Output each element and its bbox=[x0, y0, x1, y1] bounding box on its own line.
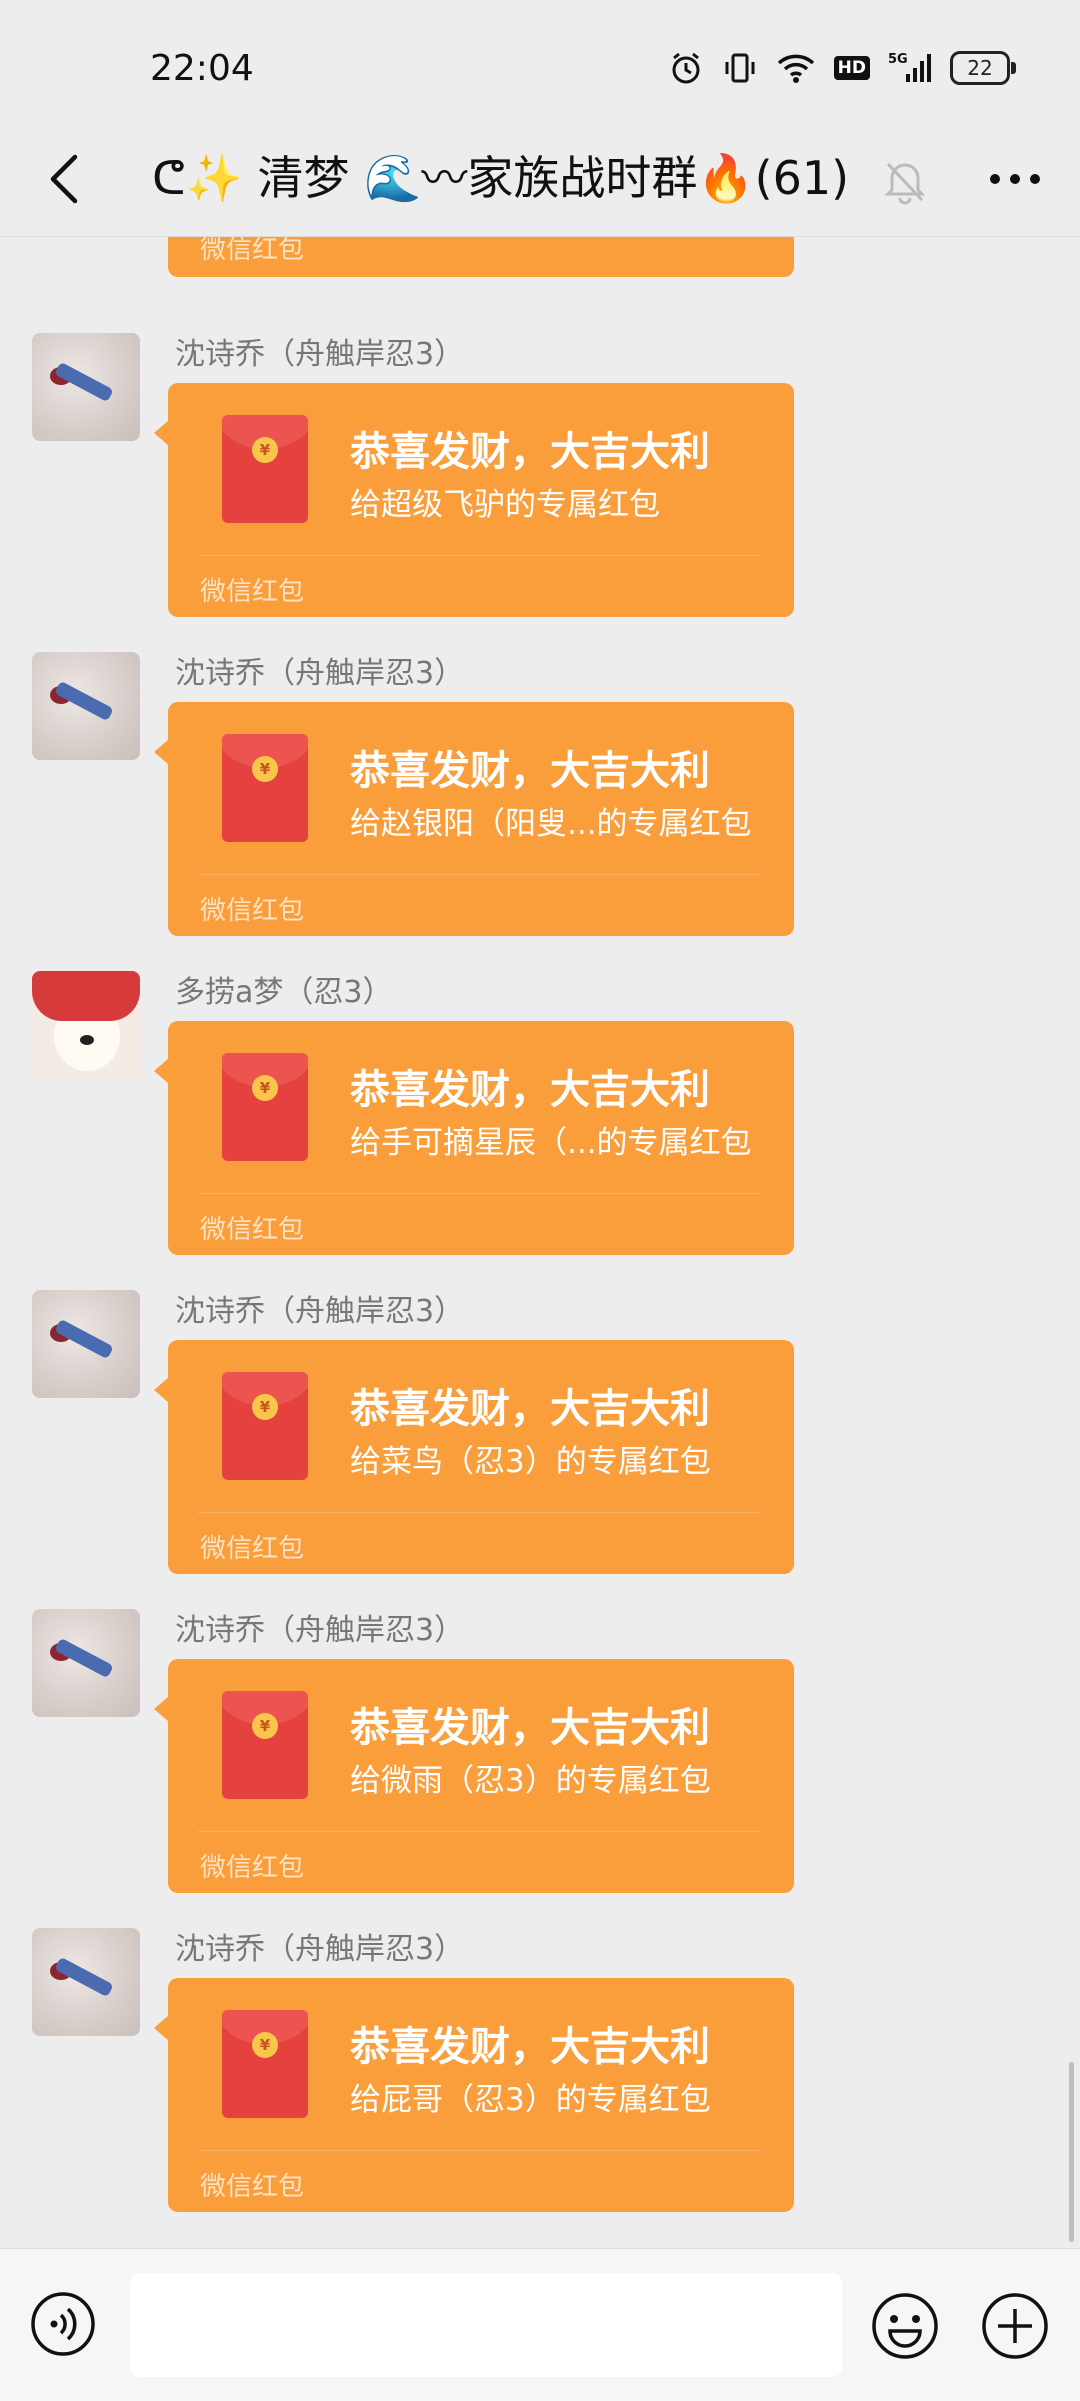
avatar[interactable] bbox=[32, 971, 140, 1079]
red-packet[interactable]: ¥ 恭喜发财，大吉大利 给菜鸟（忍3）的专属红包 微信红包 bbox=[154, 1340, 794, 1574]
emoji-button[interactable] bbox=[870, 2291, 940, 2361]
avatar[interactable] bbox=[32, 333, 140, 441]
chat-header: ᕦ✨ 清梦 🌊〰家族战时群🔥(61) bbox=[0, 130, 1080, 237]
plus-button[interactable] bbox=[980, 2291, 1050, 2361]
red-packet-desc: 给微雨（忍3）的专属红包 bbox=[350, 1763, 711, 1799]
red-packet-label: 微信红包 bbox=[200, 2172, 305, 2202]
red-packet-label: 微信红包 bbox=[200, 896, 305, 926]
status-time: 22:04 bbox=[150, 48, 254, 89]
red-packet-label: 微信红包 bbox=[200, 1534, 305, 1564]
red-packet-label: 微信红包 bbox=[200, 237, 305, 265]
red-packet-label: 微信红包 bbox=[200, 1853, 305, 1883]
red-envelope-icon: ¥ bbox=[222, 1691, 308, 1799]
chat-title: ᕦ✨ 清梦 🌊〰家族战时群🔥(61) bbox=[152, 151, 850, 205]
sender-name: 沈诗乔（舟触岸忍3） bbox=[175, 1294, 465, 1329]
red-envelope-icon: ¥ bbox=[222, 2010, 308, 2118]
red-packet-title: 恭喜发财，大吉大利 bbox=[350, 2024, 710, 2070]
status-bar: 22:04 HD 5G 22 bbox=[0, 0, 1080, 130]
red-packet-desc: 给手可摘星辰（...的专属红包 bbox=[350, 1125, 752, 1161]
plus-icon bbox=[982, 2293, 1048, 2359]
voice-icon bbox=[31, 2292, 95, 2356]
avatar[interactable] bbox=[32, 1609, 140, 1717]
chat-scrollbar[interactable] bbox=[1069, 2062, 1074, 2242]
svg-text:5G: 5G bbox=[888, 52, 908, 67]
alarm-icon bbox=[668, 50, 704, 86]
red-packet-title: 恭喜发财，大吉大利 bbox=[350, 1705, 710, 1751]
red-packet-desc: 给超级飞驴的专属红包 bbox=[350, 487, 660, 523]
message-item: 沈诗乔（舟触岸忍3） ¥ 恭喜发财，大吉大利 给超级飞驴的专属红包 微信红包 bbox=[0, 333, 1080, 653]
avatar[interactable] bbox=[32, 652, 140, 760]
message-item: 沈诗乔（舟触岸忍3） ¥ 恭喜发财，大吉大利 给菜鸟（忍3）的专属红包 微信红包 bbox=[0, 1290, 1080, 1610]
message-item: 沈诗乔（舟触岸忍3） ¥ 恭喜发财，大吉大利 给赵银阳（阳叟...的专属红包 微… bbox=[0, 652, 1080, 972]
red-packet[interactable]: ¥ 恭喜发财，大吉大利 给屁哥（忍3）的专属红包 微信红包 bbox=[154, 1978, 794, 2212]
red-packet-desc: 给屁哥（忍3）的专属红包 bbox=[350, 2082, 711, 2118]
red-packet[interactable]: ¥ 恭喜发财，大吉大利 给微雨（忍3）的专属红包 微信红包 bbox=[154, 1659, 794, 1893]
red-packet[interactable]: ¥ 恭喜发财，大吉大利 给超级飞驴的专属红包 微信红包 bbox=[154, 383, 794, 617]
red-packet-title: 恭喜发财，大吉大利 bbox=[350, 748, 710, 794]
yuan-icon: ¥ bbox=[252, 2032, 278, 2058]
divider bbox=[198, 555, 760, 556]
avatar[interactable] bbox=[32, 1928, 140, 2036]
red-packet-title: 恭喜发财，大吉大利 bbox=[350, 429, 710, 475]
yuan-icon: ¥ bbox=[252, 437, 278, 463]
red-packet-label: 微信红包 bbox=[200, 1215, 305, 1245]
wifi-icon bbox=[776, 50, 816, 86]
red-envelope-icon: ¥ bbox=[222, 1372, 308, 1480]
red-packet-desc: 给赵银阳（阳叟...的专属红包 bbox=[350, 806, 752, 842]
yuan-icon: ¥ bbox=[252, 756, 278, 782]
divider bbox=[198, 2150, 760, 2151]
chat-area[interactable]: 微信红包 沈诗乔（舟触岸忍3） ¥ 恭喜发财，大吉大利 给超级飞驴的专属红包 微… bbox=[0, 237, 1080, 2247]
divider bbox=[198, 1512, 760, 1513]
divider bbox=[198, 1193, 760, 1194]
red-packet[interactable]: ¥ 恭喜发财，大吉大利 给手可摘星辰（...的专属红包 微信红包 bbox=[154, 1021, 794, 1255]
sender-name: 多捞a梦（忍3） bbox=[175, 975, 393, 1010]
chevron-left-icon bbox=[50, 154, 78, 204]
voice-button[interactable] bbox=[30, 2291, 96, 2357]
yuan-icon: ¥ bbox=[252, 1713, 278, 1739]
message-item: 沈诗乔（舟触岸忍3） ¥ 恭喜发财，大吉大利 给屁哥（忍3）的专属红包 微信红包 bbox=[0, 1928, 1080, 2247]
yuan-icon: ¥ bbox=[252, 1075, 278, 1101]
emoji-icon bbox=[872, 2293, 938, 2359]
divider bbox=[198, 1831, 760, 1832]
red-packet-title: 恭喜发财，大吉大利 bbox=[350, 1386, 710, 1432]
input-bar bbox=[0, 2248, 1080, 2401]
message-item: 多捞a梦（忍3） ¥ 恭喜发财，大吉大利 给手可摘星辰（...的专属红包 微信红… bbox=[0, 971, 1080, 1291]
red-packet-partial[interactable]: 微信红包 bbox=[168, 237, 794, 277]
sender-name: 沈诗乔（舟触岸忍3） bbox=[175, 1613, 465, 1648]
back-button[interactable] bbox=[30, 144, 100, 214]
hd-badge: HD bbox=[833, 56, 870, 80]
red-packet[interactable]: ¥ 恭喜发财，大吉大利 给赵银阳（阳叟...的专属红包 微信红包 bbox=[154, 702, 794, 936]
red-envelope-icon: ¥ bbox=[222, 734, 308, 842]
message-partial: 微信红包 bbox=[0, 237, 1080, 297]
red-envelope-icon: ¥ bbox=[222, 415, 308, 523]
message-input[interactable] bbox=[130, 2273, 842, 2377]
more-dots-icon bbox=[990, 174, 1040, 184]
sender-name: 沈诗乔（舟触岸忍3） bbox=[175, 656, 465, 691]
vibrate-icon bbox=[722, 50, 758, 86]
sender-name: 沈诗乔（舟触岸忍3） bbox=[175, 337, 465, 372]
divider bbox=[198, 874, 760, 875]
message-item: 沈诗乔（舟触岸忍3） ¥ 恭喜发财，大吉大利 给微雨（忍3）的专属红包 微信红包 bbox=[0, 1609, 1080, 1929]
battery-indicator: 22 bbox=[950, 51, 1016, 85]
signal-icon: 5G bbox=[888, 50, 932, 86]
status-icons: HD 5G 22 bbox=[668, 50, 1016, 86]
avatar[interactable] bbox=[32, 1290, 140, 1398]
bell-off-icon bbox=[880, 150, 930, 210]
yuan-icon: ¥ bbox=[252, 1394, 278, 1420]
red-packet-title: 恭喜发财，大吉大利 bbox=[350, 1067, 710, 1113]
sender-name: 沈诗乔（舟触岸忍3） bbox=[175, 1932, 465, 1967]
red-packet-desc: 给菜鸟（忍3）的专属红包 bbox=[350, 1444, 711, 1480]
red-packet-label: 微信红包 bbox=[200, 577, 305, 607]
red-envelope-icon: ¥ bbox=[222, 1053, 308, 1161]
more-button[interactable] bbox=[980, 144, 1050, 214]
